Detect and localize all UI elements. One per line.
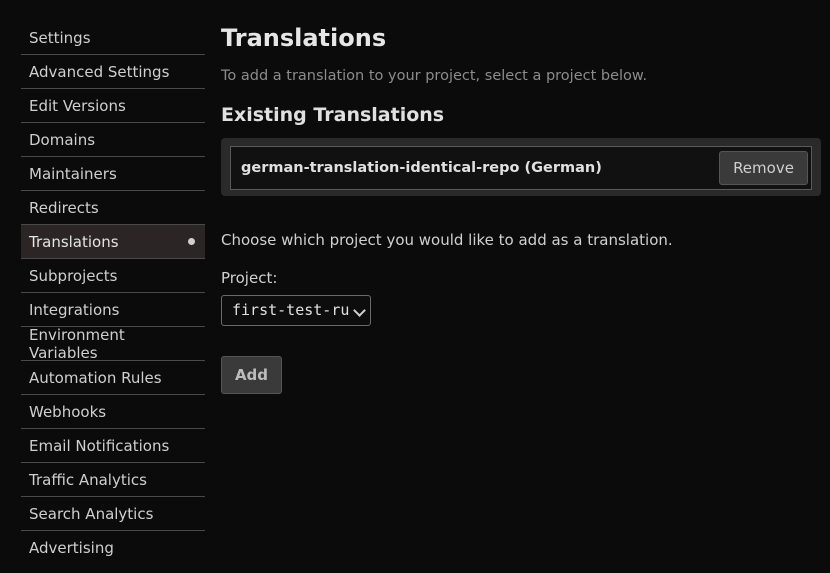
sidebar-item-label: Search Analytics: [29, 504, 154, 523]
sidebar-item-edit-versions[interactable]: Edit Versions: [21, 89, 205, 123]
sidebar-item-label: Settings: [29, 28, 91, 47]
sidebar-item-domains[interactable]: Domains: [21, 123, 205, 157]
sidebar-item-label: Advanced Settings: [29, 62, 170, 81]
sidebar-item-label: Domains: [29, 130, 96, 149]
active-indicator-dot-icon: [188, 238, 195, 245]
sidebar-item-label: Integrations: [29, 300, 120, 319]
sidebar-item-webhooks[interactable]: Webhooks: [21, 395, 205, 429]
remove-button[interactable]: Remove: [719, 151, 808, 185]
sidebar-item-environment-variables[interactable]: Environment Variables: [21, 325, 205, 362]
sidebar-item-redirects[interactable]: Redirects: [21, 191, 205, 225]
choose-project-instruction: Choose which project you would like to a…: [221, 231, 673, 249]
sidebar-item-label: Advertising: [29, 538, 114, 557]
sidebar-item-settings[interactable]: Settings: [21, 21, 205, 55]
sidebar-item-search-analytics[interactable]: Search Analytics: [21, 497, 205, 531]
sidebar-item-advertising[interactable]: Advertising: [21, 531, 205, 564]
sidebar-item-label: Maintainers: [29, 164, 117, 183]
sidebar-item-label: Automation Rules: [29, 368, 162, 387]
chevron-down-icon: [353, 304, 366, 317]
settings-sidebar: Settings Advanced Settings Edit Versions…: [21, 21, 205, 564]
list-item: german-translation-identical-repo (Germa…: [230, 146, 812, 190]
main-content: Translations To add a translation to you…: [221, 22, 821, 394]
sidebar-item-label: Edit Versions: [29, 96, 126, 115]
sidebar-item-label: Traffic Analytics: [29, 470, 147, 489]
sidebar-item-label: Translations: [29, 232, 119, 251]
sidebar-item-automation-rules[interactable]: Automation Rules: [21, 361, 205, 395]
sidebar-item-subprojects[interactable]: Subprojects: [21, 259, 205, 293]
existing-translations-list: german-translation-identical-repo (Germa…: [221, 138, 821, 196]
project-select[interactable]: first-test-ru: [221, 295, 371, 326]
project-label: Project:: [221, 269, 278, 287]
page: Settings Advanced Settings Edit Versions…: [0, 0, 830, 573]
sidebar-item-maintainers[interactable]: Maintainers: [21, 157, 205, 191]
sidebar-item-traffic-analytics[interactable]: Traffic Analytics: [21, 463, 205, 497]
sidebar-item-label: Redirects: [29, 198, 99, 217]
project-select-value: first-test-ru: [232, 301, 350, 319]
sidebar-item-email-notifications[interactable]: Email Notifications: [21, 429, 205, 463]
page-title: Translations: [221, 24, 387, 52]
add-button[interactable]: Add: [221, 356, 282, 394]
sidebar-item-label: Environment Variables: [29, 325, 125, 362]
existing-translations-heading: Existing Translations: [221, 104, 445, 126]
sidebar-item-translations[interactable]: Translations: [21, 225, 205, 259]
sidebar-item-integrations[interactable]: Integrations: [21, 293, 205, 327]
sidebar-item-label: Email Notifications: [29, 436, 170, 455]
sidebar-item-advanced-settings[interactable]: Advanced Settings: [21, 55, 205, 89]
sidebar-item-label: Subprojects: [29, 266, 118, 285]
page-subtitle: To add a translation to your project, se…: [221, 68, 648, 84]
sidebar-item-label: Webhooks: [29, 402, 107, 421]
translation-name: german-translation-identical-repo (Germa…: [241, 160, 602, 176]
